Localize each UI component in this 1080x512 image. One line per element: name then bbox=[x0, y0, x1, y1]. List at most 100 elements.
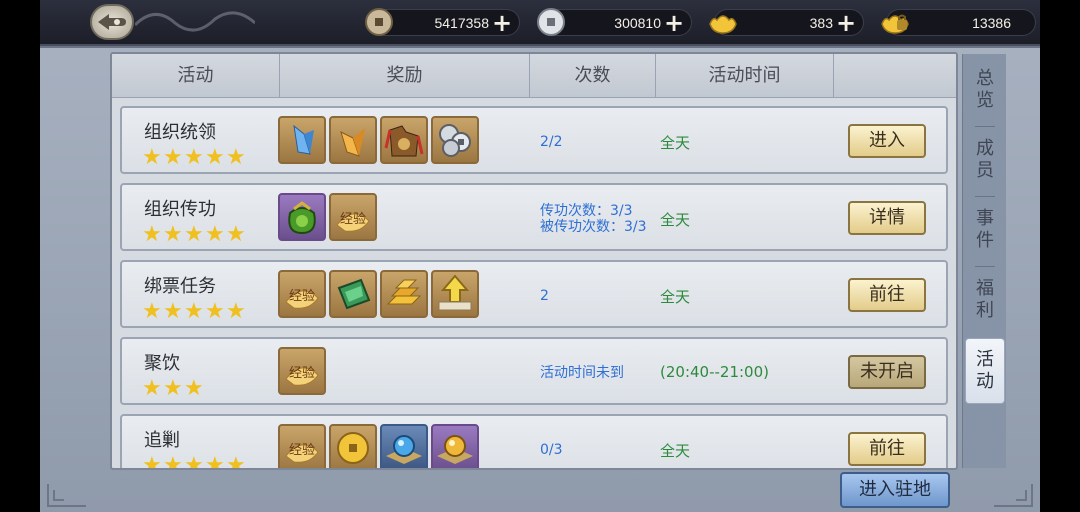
go-button[interactable]: 前往 bbox=[848, 432, 926, 466]
jade-icon[interactable] bbox=[329, 270, 377, 318]
go-button[interactable]: 前往 bbox=[848, 278, 926, 312]
blue-orb-icon[interactable] bbox=[380, 424, 428, 468]
side-tabs: 总览 成员 事件 福利 活动 bbox=[962, 54, 1006, 468]
reward-list: 经验 bbox=[278, 347, 326, 395]
activity-time: 全天 bbox=[660, 211, 691, 229]
currency-copper: 5417358 + bbox=[365, 8, 520, 36]
header-action bbox=[834, 54, 956, 98]
left-letterbox bbox=[0, 0, 40, 512]
top-bar: 5417358 + 300810 + 383 + 13386 bbox=[40, 0, 1040, 46]
enter-station-button[interactable]: 进入驻地 bbox=[840, 472, 950, 508]
tab-label: 成员 bbox=[976, 138, 994, 181]
tab-events[interactable]: 事件 bbox=[965, 198, 1005, 264]
activity-panel: 活动 奖励 次数 活动时间 组织统领 ★ ★ ★ ★ ★ 2/2 全天 进入 组… bbox=[40, 48, 1040, 512]
locked-gold-icon bbox=[881, 14, 909, 34]
exp-icon[interactable]: 经验 bbox=[278, 347, 326, 395]
tab-overview[interactable]: 总览 bbox=[965, 58, 1005, 124]
upgrade-arrow-icon[interactable] bbox=[431, 270, 479, 318]
details-button[interactable]: 详情 bbox=[848, 201, 926, 235]
gift-bag-icon[interactable] bbox=[278, 193, 326, 241]
table-row: 组织传功 ★ ★ ★ ★ ★ 经验 传功次数：3/3 被传功次数：3/3 全天 详情 bbox=[120, 183, 948, 251]
table-row: 聚饮 ★ ★ ★ 经验 活动时间未到 (20:40--21:00) 未开启 bbox=[120, 337, 948, 405]
star-icon: ★ bbox=[163, 453, 183, 470]
star-rating: ★ ★ ★ ★ ★ bbox=[142, 145, 246, 170]
star-icon: ★ bbox=[142, 376, 162, 401]
star-icon: ★ bbox=[226, 453, 246, 470]
pouch-icon[interactable] bbox=[380, 116, 428, 164]
corner-decoration-right bbox=[994, 484, 1033, 507]
tab-label: 活动 bbox=[976, 349, 994, 392]
back-button[interactable] bbox=[90, 4, 134, 40]
star-icon: ★ bbox=[142, 145, 162, 170]
activity-table: 活动 奖励 次数 活动时间 组织统领 ★ ★ ★ ★ ★ 2/2 全天 进入 组… bbox=[110, 52, 958, 470]
exp-icon[interactable]: 经验 bbox=[278, 424, 326, 468]
add-gold-button[interactable]: + bbox=[835, 11, 857, 35]
gold-coin-icon[interactable] bbox=[329, 424, 377, 468]
exp-icon[interactable]: 经验 bbox=[329, 193, 377, 241]
star-icon: ★ bbox=[226, 222, 246, 247]
gold-bars-icon[interactable] bbox=[380, 270, 428, 318]
star-rating: ★ ★ ★ ★ ★ bbox=[142, 222, 246, 247]
star-icon: ★ bbox=[205, 145, 225, 170]
activity-name: 组织传功 bbox=[144, 199, 216, 220]
back-arrow-icon bbox=[98, 14, 126, 30]
activity-name: 追剿 bbox=[144, 430, 180, 451]
count-value: 2 bbox=[540, 288, 549, 304]
table-row: 绑票任务 ★ ★ ★ ★ ★ 经验 2 全天 前往 bbox=[120, 260, 948, 328]
star-icon: ★ bbox=[226, 299, 246, 324]
currency-gold-value: 383 bbox=[809, 15, 833, 31]
currency-locked-gold-value: 13386 bbox=[972, 15, 1011, 31]
star-icon: ★ bbox=[205, 222, 225, 247]
tab-label: 事件 bbox=[976, 208, 994, 251]
star-icon: ★ bbox=[184, 453, 204, 470]
activity-name: 组织统领 bbox=[144, 122, 216, 143]
table-header: 活动 奖励 次数 活动时间 bbox=[112, 54, 956, 98]
activity-name: 绑票任务 bbox=[144, 276, 216, 297]
star-icon: ★ bbox=[205, 299, 225, 324]
star-icon: ★ bbox=[184, 299, 204, 324]
gold-orb-icon[interactable] bbox=[431, 424, 479, 468]
star-icon: ★ bbox=[163, 299, 183, 324]
gold-crystal-icon[interactable] bbox=[329, 116, 377, 164]
activity-time: 全天 bbox=[660, 442, 691, 460]
count-value: 0/3 bbox=[540, 442, 563, 458]
header-activity: 活动 bbox=[112, 54, 280, 98]
tab-label: 福利 bbox=[976, 278, 994, 321]
reward-list: 经验 bbox=[278, 424, 479, 468]
right-letterbox bbox=[1040, 0, 1080, 512]
corner-decoration-left bbox=[47, 484, 86, 507]
star-rating: ★ ★ ★ bbox=[142, 376, 204, 401]
activity-name: 聚饮 bbox=[144, 353, 180, 374]
currency-silver: 300810 + bbox=[537, 8, 692, 36]
reward-list bbox=[278, 116, 479, 164]
table-row: 追剿 ★ ★ ★ ★ ★ 经验 0/3 全天 前往 bbox=[120, 414, 948, 470]
tab-members[interactable]: 成员 bbox=[965, 128, 1005, 194]
tab-welfare[interactable]: 福利 bbox=[965, 268, 1005, 334]
silver-coin-icon bbox=[537, 8, 565, 36]
add-copper-button[interactable]: + bbox=[491, 11, 513, 35]
count-value: 2/2 bbox=[540, 134, 563, 150]
enter-button[interactable]: 进入 bbox=[848, 124, 926, 158]
header-reward: 奖励 bbox=[280, 54, 530, 98]
star-rating: ★ ★ ★ ★ ★ bbox=[142, 299, 246, 324]
silver-coins-icon[interactable] bbox=[431, 116, 479, 164]
currency-copper-value: 5417358 bbox=[434, 15, 489, 31]
star-icon: ★ bbox=[184, 222, 204, 247]
star-icon: ★ bbox=[142, 453, 162, 470]
table-row: 组织统领 ★ ★ ★ ★ ★ 2/2 全天 进入 bbox=[120, 106, 948, 174]
star-icon: ★ bbox=[226, 145, 246, 170]
blue-crystal-icon[interactable] bbox=[278, 116, 326, 164]
copper-coin-icon bbox=[365, 8, 393, 36]
count-value: 活动时间未到 bbox=[540, 365, 624, 381]
currency-locked-gold: 13386 bbox=[881, 9, 1036, 36]
star-icon: ★ bbox=[163, 145, 183, 170]
star-icon: ★ bbox=[163, 222, 183, 247]
exp-icon[interactable]: 经验 bbox=[278, 270, 326, 318]
add-silver-button[interactable]: + bbox=[663, 11, 685, 35]
currency-silver-value: 300810 bbox=[614, 15, 661, 31]
not-open-button[interactable]: 未开启 bbox=[848, 355, 926, 389]
svg-text:经验: 经验 bbox=[340, 211, 366, 227]
tab-activities[interactable]: 活动 bbox=[965, 338, 1005, 404]
tab-divider bbox=[975, 196, 995, 197]
tab-divider bbox=[975, 126, 995, 127]
